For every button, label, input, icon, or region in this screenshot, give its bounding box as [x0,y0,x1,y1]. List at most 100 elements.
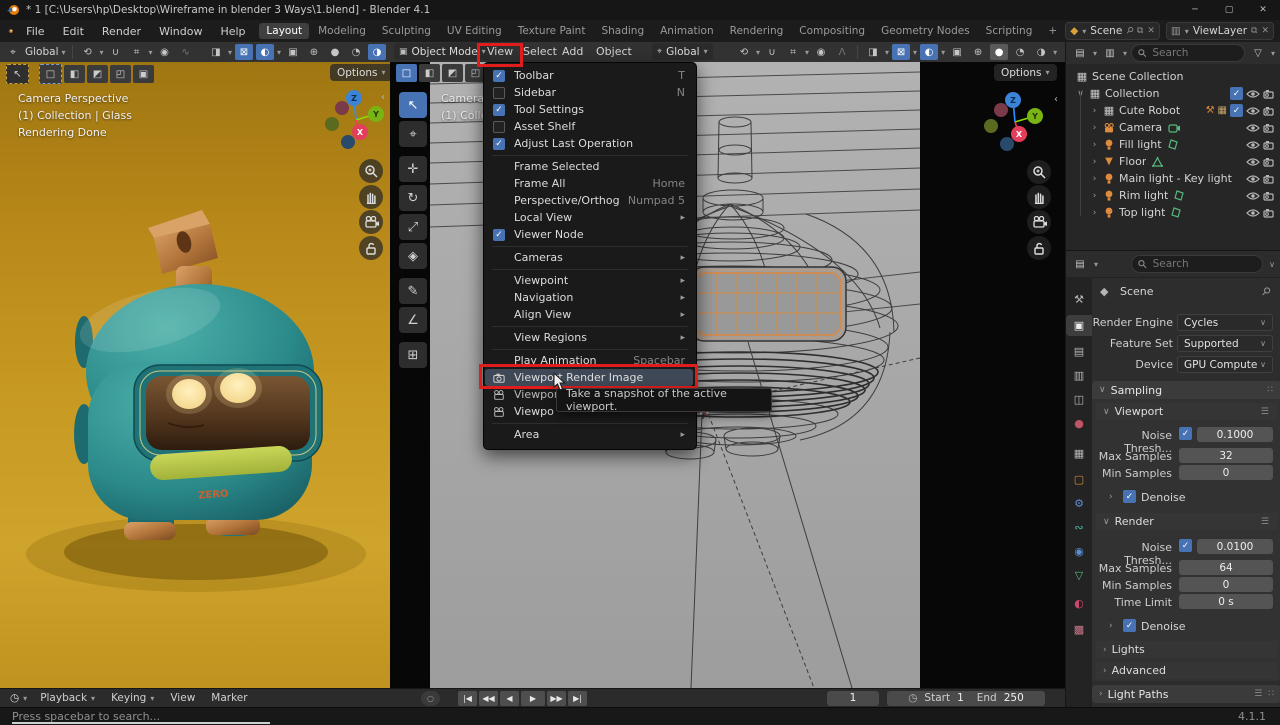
scale-tool[interactable]: ⤢ [399,214,427,240]
feature-set-dropdown[interactable]: Supported∨ [1177,335,1273,352]
outliner-row-scene-collection[interactable]: ▦ Scene Collection [1066,68,1280,85]
show-gizmo-icon[interactable]: ⊠ [235,44,253,60]
pin-icon[interactable]: ⚲ [1259,284,1274,299]
shading-solid-icon[interactable]: ● [990,44,1008,60]
camera-visibility-icon[interactable] [1263,106,1276,116]
light-paths-panel-header[interactable]: ›Light Paths ☰ ∷ [1092,685,1280,703]
xray-toggle-icon[interactable]: ◐ [256,44,274,60]
sampling-panel-header[interactable]: ∨Sampling∷ [1092,381,1280,399]
workspace-tab-rendering[interactable]: Rendering [723,23,791,39]
shading-wireframe-icon[interactable]: ⊕ [305,44,323,60]
workspace-tab-modeling[interactable]: Modeling [311,23,373,39]
next-keyframe-button[interactable]: ▶▶ [547,691,566,706]
shading-wireframe-icon[interactable]: ⊕ [969,44,987,60]
workspace-tab-uv-editing[interactable]: UV Editing [440,23,509,39]
sampling-lights-subheader[interactable]: ›Lights [1096,641,1277,658]
preset-icon[interactable]: ☰ [1261,517,1270,527]
hide-eye-icon[interactable] [1246,89,1260,99]
tab-physics[interactable]: ◉ [1066,541,1092,562]
expand-icon[interactable]: › [1088,191,1101,201]
selectability-checkbox[interactable]: ✓ [1230,87,1243,100]
pivot-icon[interactable]: ⟲ [735,44,753,60]
render-min-samples-field[interactable]: 0 [1179,577,1273,592]
select-box-tool[interactable]: ↖ [399,92,427,118]
menu-item-frame-selected[interactable]: Frame Selected [485,158,693,175]
camera-visibility-icon[interactable] [1263,157,1276,167]
menu-edit[interactable]: Edit [54,25,93,38]
play-button[interactable]: ▶ [521,691,545,706]
workspace-add-button[interactable]: + [1041,23,1064,39]
transform-tool[interactable]: ◈ [399,243,427,269]
left-axis-gizmo[interactable]: Z Y X [324,86,388,150]
camera-visibility-icon[interactable] [1263,174,1276,184]
preset-icon[interactable]: ☰ [1261,407,1270,417]
cursor-tool[interactable]: ⌖ [399,121,427,147]
camera-visibility-icon[interactable] [1263,208,1276,218]
tab-object-data[interactable]: ▽ [1066,565,1092,586]
auto-keying-record-icon[interactable]: ○ [421,691,440,706]
tab-render[interactable]: ▣ [1066,315,1092,336]
mid-options-button[interactable]: Options▾ [994,64,1057,81]
outliner-row-rim-light[interactable]: › Rim light [1066,187,1280,204]
render-noise-threshold-checkbox[interactable]: ✓ [1179,539,1192,552]
menu-item-viewpoint[interactable]: Viewpoint▸ [485,272,693,289]
device-dropdown[interactable]: GPU Compute∨ [1177,356,1273,373]
frame-range-field[interactable]: ◷ Start 1 End 250 [887,691,1045,706]
left-pan-hand-button[interactable] [359,185,383,209]
menu-item-frame-all[interactable]: Frame AllHome [485,175,693,192]
timeline-editor-selector[interactable]: ◷ ▾ [5,690,32,707]
menu-item-sidebar[interactable]: SidebarN [485,84,693,101]
left-camera-view-button[interactable] [359,210,383,234]
outliner-row-cute-robot[interactable]: › ▦ Cute Robot ⚒ ▦ ✓ [1066,102,1280,119]
outliner-row-top-light[interactable]: › Top light [1066,204,1280,221]
copy-icon[interactable]: ⧉ [1137,26,1143,36]
xray-toggle-icon[interactable]: ◐ [920,44,938,60]
sampling-viewport-subheader[interactable]: ∨Viewport☰ [1096,403,1277,420]
properties-search-input[interactable] [1151,257,1256,271]
hide-eye-icon[interactable] [1246,106,1260,116]
scene-selector[interactable]: ◆ ▾ Scene ⚲ ⧉ ✕ [1065,22,1160,40]
current-frame-field[interactable]: 1 [827,691,879,706]
tab-constraints[interactable]: ∾ [1066,517,1092,538]
outliner-row-main-light[interactable]: › Main light - Key light [1066,170,1280,187]
expand-icon[interactable]: › [1109,492,1113,502]
tab-world[interactable]: ● [1066,413,1092,434]
viewlayer-selector[interactable]: ▥ ▾ ViewLayer ⧉ ✕ [1166,22,1274,40]
left-zoom-button[interactable] [359,159,383,183]
filter-objects-icon[interactable]: ▥ [1101,45,1119,61]
filter-icon[interactable]: ▽ [1249,45,1267,61]
sampling-render-subheader[interactable]: ∨Render☰ [1096,513,1277,530]
preset-icon[interactable]: ☰ [1254,689,1263,699]
workspace-tab-scripting[interactable]: Scripting [979,23,1040,39]
render-engine-dropdown[interactable]: Cycles∨ [1177,314,1273,331]
selectability-checkbox[interactable]: ✓ [1230,104,1243,117]
falloff-icon[interactable]: ∿ [177,44,195,60]
mid-zoom-button[interactable] [1027,160,1051,184]
show-overlays-icon[interactable]: ◨ [207,44,225,60]
viewport-noise-threshold-checkbox[interactable]: ✓ [1179,427,1192,440]
tab-object[interactable]: ▢ [1066,469,1092,490]
measure-tool[interactable]: ∠ [399,307,427,333]
workspace-tab-sculpting[interactable]: Sculpting [375,23,438,39]
menu-help[interactable]: Help [211,25,254,38]
menu-item-perspective-orthographic[interactable]: Perspective/OrthographicNumpad 5 [485,192,693,209]
left-sidebar-collapse-icon[interactable]: ‹ [381,92,385,103]
menu-item-cameras[interactable]: Cameras▸ [485,249,693,266]
tab-modifiers[interactable]: ⚙ [1066,493,1092,514]
shading-rendered-icon[interactable]: ◑ [1032,44,1050,60]
camera-visibility-icon[interactable] [1263,123,1276,133]
menu-item-navigation[interactable]: Navigation▸ [485,289,693,306]
viewport-min-samples-field[interactable]: 0 [1179,465,1273,480]
compositor-icon[interactable]: ▣ [948,44,966,60]
menu-window[interactable]: Window [150,25,211,38]
mid-camera-view-button[interactable] [1027,210,1051,234]
tab-output[interactable]: ▤ [1066,341,1092,362]
properties-search[interactable] [1131,255,1263,273]
snap-magnet-icon[interactable]: ∪ [763,44,781,60]
maximize-icon[interactable]: ▢ [1212,0,1246,20]
expand-icon[interactable]: › [1088,174,1101,184]
blender-app-icon[interactable] [8,24,13,38]
menu-add[interactable]: Add [562,45,583,58]
shading-rendered-icon[interactable]: ◑ [368,44,386,60]
camera-visibility-icon[interactable] [1263,89,1276,99]
